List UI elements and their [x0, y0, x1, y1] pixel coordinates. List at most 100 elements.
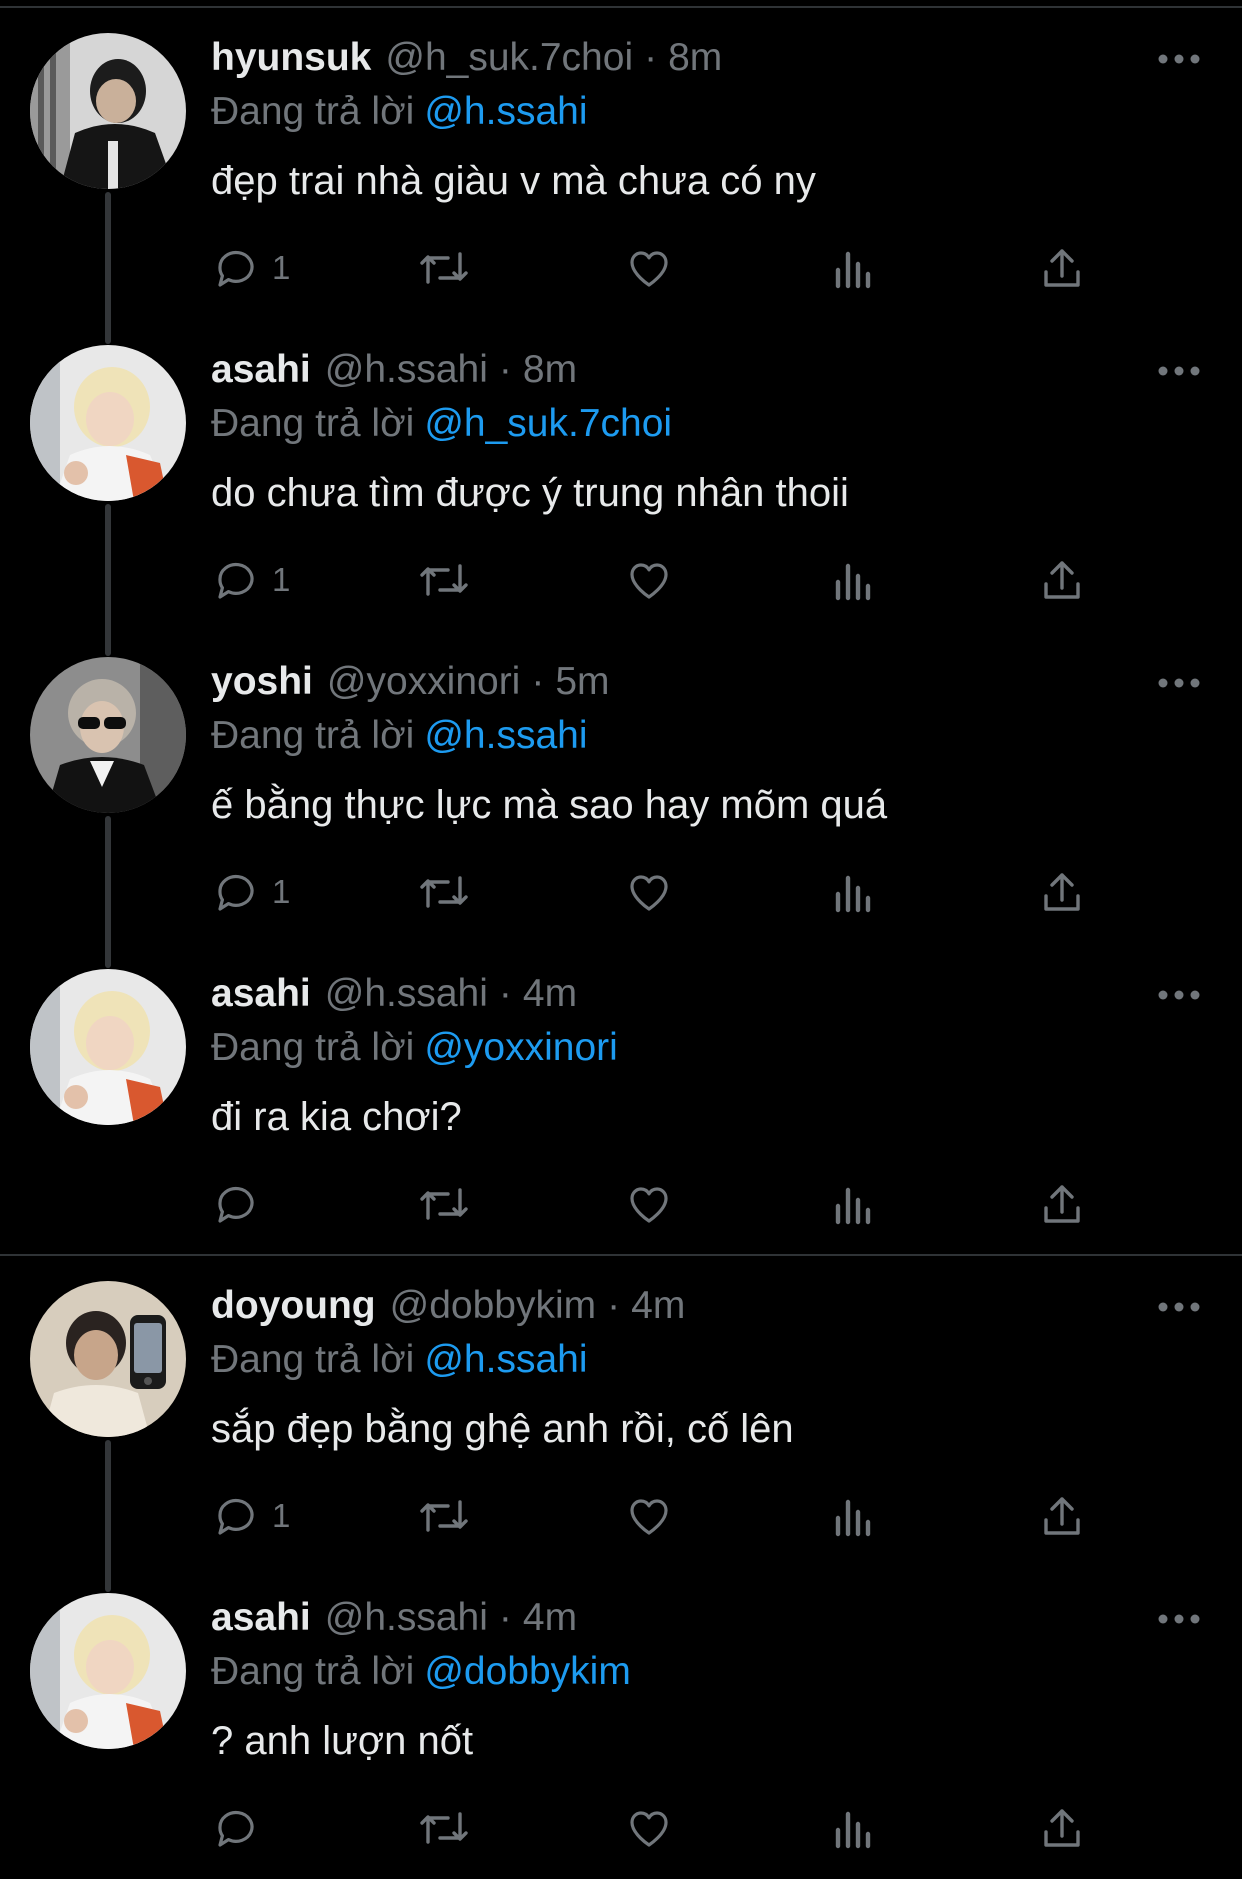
tweet[interactable]: asahi @h.ssahi · 4m Đang trả lời @dobbyki…: [0, 1560, 1242, 1872]
like-button[interactable]: [624, 1176, 674, 1232]
tweet[interactable]: doyoung @dobbykim · 4m Đang trả lời @h.ss…: [0, 1248, 1242, 1592]
retweet-button[interactable]: [418, 1176, 470, 1232]
timestamp[interactable]: 4m: [523, 968, 577, 1020]
share-icon: [1044, 1185, 1080, 1223]
retweet-button[interactable]: [418, 552, 470, 608]
replying-to-line: Đang trả lời @dobbykim: [211, 1646, 631, 1698]
like-button[interactable]: [624, 552, 674, 608]
user-handle[interactable]: @yoxxinori: [327, 656, 520, 708]
views-button[interactable]: [832, 864, 876, 920]
retweet-icon: [420, 1812, 468, 1844]
replying-to-mention[interactable]: @h.ssahi: [424, 714, 587, 757]
replying-to-label: Đang trả lời: [211, 1338, 415, 1381]
heart-icon: [630, 1811, 668, 1847]
more-options-icon[interactable]: [1156, 666, 1202, 700]
more-options-icon[interactable]: [1156, 1602, 1202, 1636]
replying-to-mention[interactable]: @h_suk.7choi: [424, 402, 672, 445]
views-button[interactable]: [832, 1176, 876, 1232]
like-button[interactable]: [624, 1800, 674, 1856]
user-handle[interactable]: @h_suk.7choi: [385, 32, 633, 84]
avatar[interactable]: [30, 1281, 186, 1437]
reply-button[interactable]: 1: [212, 1488, 290, 1544]
like-button[interactable]: [624, 240, 674, 296]
reply-icon: [218, 562, 254, 599]
share-button[interactable]: [1038, 1488, 1086, 1544]
user-handle[interactable]: @h.ssahi: [325, 1592, 488, 1644]
avatar-hyunsuk-image: [30, 33, 186, 189]
views-icon: [835, 1811, 871, 1849]
display-name[interactable]: doyoung: [211, 1280, 376, 1332]
display-name[interactable]: hyunsuk: [211, 32, 371, 84]
share-button[interactable]: [1038, 1176, 1086, 1232]
display-name[interactable]: yoshi: [211, 656, 313, 708]
timestamp[interactable]: 8m: [668, 32, 722, 84]
more-options-icon[interactable]: [1156, 354, 1202, 388]
user-handle[interactable]: @dobbykim: [390, 1280, 597, 1332]
timestamp[interactable]: 5m: [555, 656, 609, 708]
tweet-actions: 1: [0, 1488, 1242, 1544]
retweet-icon: [420, 876, 468, 908]
timestamp[interactable]: 4m: [631, 1280, 685, 1332]
user-handle[interactable]: @h.ssahi: [325, 344, 488, 396]
avatar[interactable]: [30, 33, 186, 189]
retweet-button[interactable]: [418, 864, 470, 920]
tweet[interactable]: hyunsuk @h_suk.7choi · 8m Đang trả lời @h…: [0, 0, 1242, 344]
replying-to-mention[interactable]: @h.ssahi: [424, 1338, 587, 1381]
replying-to-line: Đang trả lời @h.ssahi: [211, 86, 588, 138]
display-name[interactable]: asahi: [211, 1592, 311, 1644]
replying-to-mention[interactable]: @h.ssahi: [424, 90, 587, 133]
display-name[interactable]: asahi: [211, 344, 311, 396]
tweet[interactable]: asahi @h.ssahi · 8m Đang trả lời @h_suk.7…: [0, 312, 1242, 656]
replying-to-label: Đang trả lời: [211, 90, 415, 133]
retweet-button[interactable]: [418, 240, 470, 296]
avatar[interactable]: [30, 969, 186, 1125]
views-button[interactable]: [832, 1488, 876, 1544]
views-button[interactable]: [832, 552, 876, 608]
heart-icon: [630, 563, 668, 599]
display-name[interactable]: asahi: [211, 968, 311, 1020]
timestamp[interactable]: 4m: [523, 1592, 577, 1644]
avatar-asahi-image: [30, 1593, 186, 1749]
retweet-icon: [420, 252, 468, 284]
more-options-icon[interactable]: [1156, 978, 1202, 1012]
timestamp[interactable]: 8m: [523, 344, 577, 396]
retweet-button[interactable]: [418, 1800, 470, 1856]
views-icon: [835, 1187, 871, 1225]
like-button[interactable]: [624, 1488, 674, 1544]
tweet[interactable]: yoshi @yoxxinori · 5m Đang trả lời @h.ssa…: [0, 624, 1242, 968]
share-button[interactable]: [1038, 552, 1086, 608]
reply-count: 1: [272, 873, 291, 910]
replying-to-mention[interactable]: @dobbykim: [424, 1650, 631, 1693]
retweet-icon: [420, 1188, 468, 1220]
avatar-asahi-image: [30, 345, 186, 501]
tweet-header: yoshi @yoxxinori · 5m: [211, 656, 610, 708]
retweet-button[interactable]: [418, 1488, 470, 1544]
share-button[interactable]: [1038, 240, 1086, 296]
reply-button[interactable]: [212, 1800, 272, 1856]
replying-to-label: Đang trả lời: [211, 402, 415, 445]
share-button[interactable]: [1038, 864, 1086, 920]
reply-button[interactable]: [212, 1176, 272, 1232]
replying-to-label: Đang trả lời: [211, 714, 415, 757]
reply-button[interactable]: 1: [212, 240, 290, 296]
replying-to-label: Đang trả lời: [211, 1650, 415, 1693]
share-icon: [1044, 873, 1080, 911]
views-button[interactable]: [832, 1800, 876, 1856]
reply-count: 1: [272, 249, 291, 286]
tweet-actions: 1: [0, 864, 1242, 920]
more-options-icon[interactable]: [1156, 42, 1202, 76]
user-handle[interactable]: @h.ssahi: [325, 968, 488, 1020]
tweet[interactable]: asahi @h.ssahi · 4m Đang trả lời @yoxxino…: [0, 936, 1242, 1248]
avatar[interactable]: [30, 657, 186, 813]
share-button[interactable]: [1038, 1800, 1086, 1856]
avatar[interactable]: [30, 345, 186, 501]
more-options-icon[interactable]: [1156, 1290, 1202, 1324]
views-button[interactable]: [832, 240, 876, 296]
reply-button[interactable]: 1: [212, 552, 290, 608]
like-button[interactable]: [624, 864, 674, 920]
avatar[interactable]: [30, 1593, 186, 1749]
reply-button[interactable]: 1: [212, 864, 290, 920]
reply-count: 1: [272, 561, 291, 598]
replying-to-mention[interactable]: @yoxxinori: [424, 1026, 617, 1069]
avatar-asahi-image: [30, 969, 186, 1125]
